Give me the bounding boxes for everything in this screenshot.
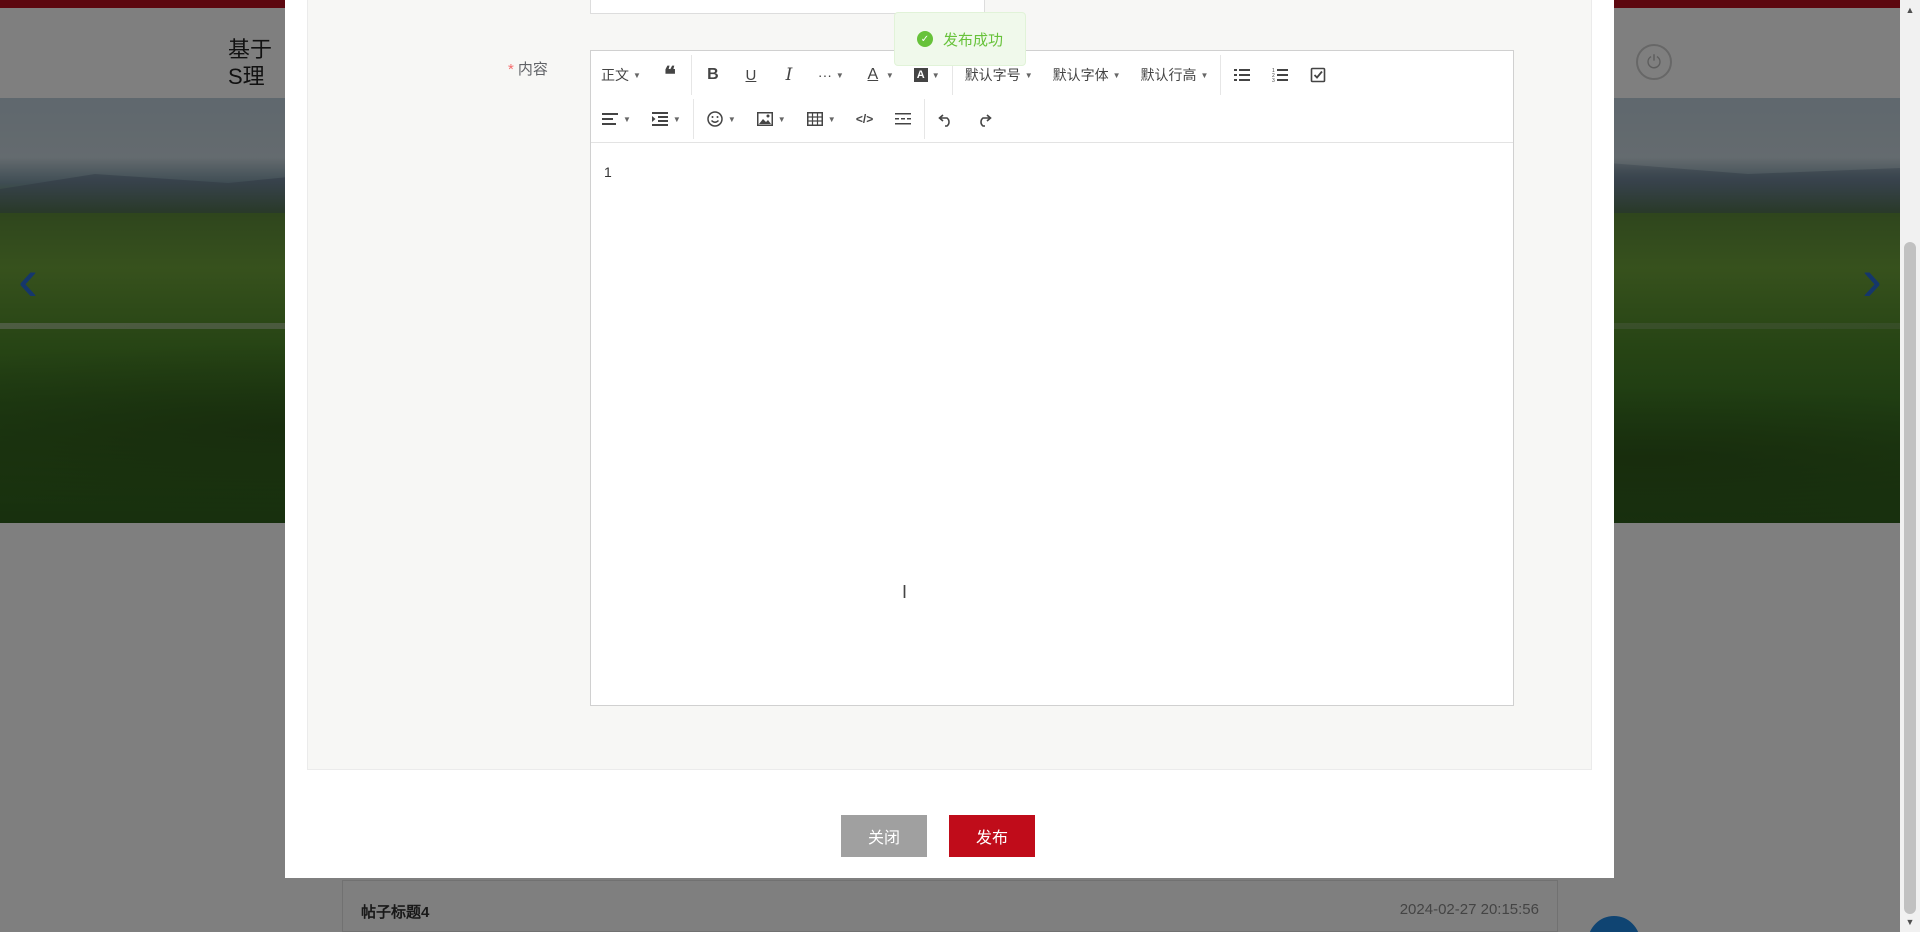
italic-button[interactable]: I [770, 58, 808, 92]
underline-button[interactable]: U [732, 58, 770, 92]
chevron-down-icon: ▼ [1112, 70, 1121, 80]
image-icon [756, 110, 774, 128]
publish-button[interactable]: 发布 [949, 815, 1035, 857]
more-styles-dropdown[interactable]: ··· ▼ [808, 58, 854, 92]
font-color-icon: A [867, 66, 879, 83]
scroll-down-icon[interactable]: ▼ [1900, 914, 1920, 930]
emoji-dropdown[interactable]: ▼ [696, 102, 746, 136]
editor-text: 1 [604, 164, 612, 180]
todo-button[interactable] [1299, 58, 1337, 92]
quote-button[interactable]: ❝ [651, 58, 689, 92]
chevron-down-icon: ▼ [623, 114, 631, 124]
chevron-down-icon: ▼ [777, 114, 786, 124]
underline-icon: U [745, 66, 757, 84]
publish-dialog: * 内容 正文 ▼ ❝ B U I ··· ▼ A ▼ A ▼ 默认字号 ▼ 默认字体 ▼ 默… [285, 0, 1614, 878]
chevron-down-icon: ▼ [931, 70, 940, 80]
chevron-down-icon: ▼ [1200, 70, 1209, 80]
close-button[interactable]: 关闭 [841, 815, 927, 857]
toolbar-divider [1220, 55, 1222, 95]
chevron-down-icon: ▼ [672, 114, 681, 124]
undo-button[interactable] [927, 102, 965, 136]
font-size-label: 默认字号 [964, 67, 1021, 83]
image-dropdown[interactable]: ▼ [746, 102, 796, 136]
todo-icon [1309, 66, 1327, 84]
font-family-label: 默认字体 [1052, 67, 1109, 83]
font-family-dropdown[interactable]: 默认字体 ▼ [1043, 58, 1131, 92]
redo-button[interactable] [965, 102, 1003, 136]
undo-icon [937, 110, 955, 128]
italic-icon: I [785, 65, 793, 85]
success-toast: ✓ 发布成功 [894, 12, 1026, 66]
chevron-down-icon: ▼ [827, 114, 836, 124]
line-height-dropdown[interactable]: 默认行高 ▼ [1131, 58, 1219, 92]
bulleted-list-icon [1233, 66, 1251, 84]
bold-icon: B [707, 66, 719, 83]
numbered-list-button[interactable]: 123 [1261, 58, 1299, 92]
required-mark: * [508, 61, 514, 78]
success-icon: ✓ [916, 31, 933, 47]
scroll-up-icon[interactable]: ▲ [1900, 2, 1920, 18]
divider-icon [894, 110, 912, 128]
page-scrollbar[interactable]: ▲ ▼ [1900, 0, 1920, 932]
code-icon: </> [855, 112, 874, 126]
rich-text-editor: 正文 ▼ ❝ B U I ··· ▼ A ▼ A ▼ 默认字号 ▼ 默认字体 ▼ 默认行高 ▼ [590, 50, 1514, 706]
text-cursor-icon: Ι [902, 582, 908, 602]
chevron-down-icon: ▼ [835, 70, 844, 80]
svg-text:3: 3 [1272, 78, 1275, 82]
toolbar-divider [923, 99, 925, 139]
paragraph-dropdown[interactable]: 正文 ▼ [591, 58, 651, 92]
redo-icon [975, 110, 993, 128]
scrollbar-thumb[interactable] [1904, 242, 1916, 914]
editor-toolbar: 正文 ▼ ❝ B U I ··· ▼ A ▼ A ▼ 默认字号 ▼ 默认字体 ▼ 默认行高 ▼ [591, 51, 1513, 143]
emoji-icon [706, 110, 724, 128]
code-button[interactable]: </> [846, 102, 884, 136]
content-label: * 内容 [508, 58, 548, 79]
more-label: ··· [817, 67, 832, 83]
chevron-down-icon: ▼ [1024, 70, 1033, 80]
chevron-down-icon: ▼ [727, 114, 736, 124]
bulleted-list-button[interactable] [1223, 58, 1261, 92]
toolbar-divider [690, 55, 692, 95]
editor-content-area[interactable]: 1 [591, 144, 1513, 705]
table-icon [806, 110, 824, 128]
numbered-list-icon: 123 [1271, 66, 1289, 84]
toolbar-row-2: ▼ ▼ ▼ ▼ ▼ </> [591, 97, 1003, 141]
toolbar-divider [692, 99, 694, 139]
background-color-icon: A [913, 68, 928, 82]
bold-button[interactable]: B [694, 58, 732, 92]
quote-icon: ❝ [664, 62, 676, 88]
indent-dropdown[interactable]: ▼ [641, 102, 691, 136]
align-dropdown[interactable]: ▼ [591, 102, 641, 136]
line-height-label: 默认行高 [1140, 67, 1197, 83]
table-dropdown[interactable]: ▼ [796, 102, 846, 136]
paragraph-label: 正文 [601, 67, 629, 83]
indent-icon [651, 110, 669, 128]
divider-button[interactable] [884, 102, 922, 136]
form-panel: * 内容 正文 ▼ ❝ B U I ··· ▼ A ▼ A ▼ 默认字号 ▼ 默认字体 ▼ 默… [307, 0, 1592, 770]
align-icon [601, 110, 619, 128]
content-label-text: 内容 [517, 61, 548, 78]
toast-message: 发布成功 [942, 31, 1003, 49]
chevron-down-icon: ▼ [633, 70, 641, 80]
chevron-down-icon: ▼ [885, 70, 894, 80]
